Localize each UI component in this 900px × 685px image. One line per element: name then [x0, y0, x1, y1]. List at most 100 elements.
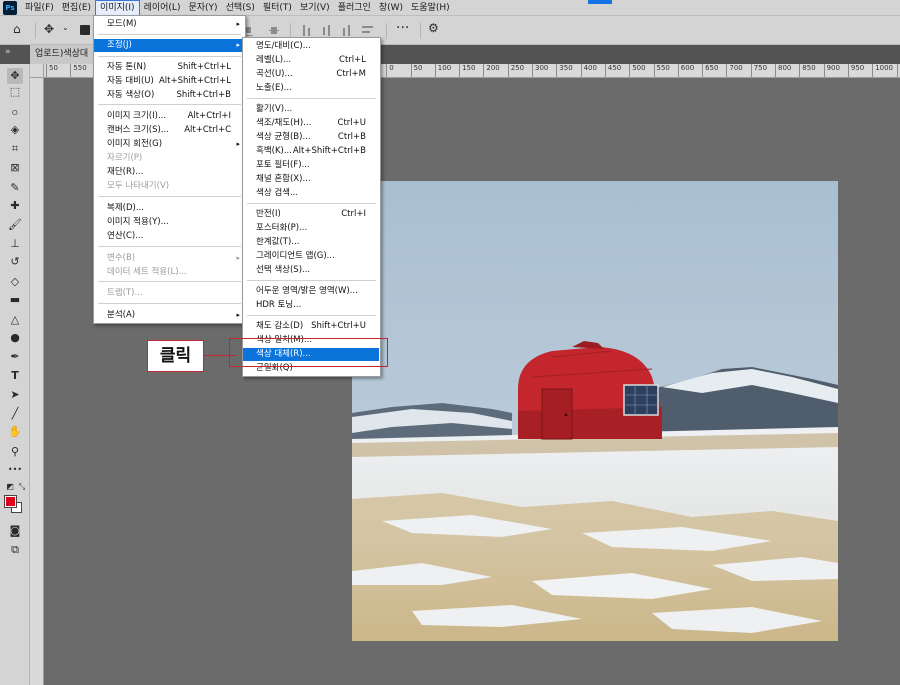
foreground-color-swatch[interactable]	[4, 495, 17, 508]
image-menu-item[interactable]: 자르기(P)	[94, 152, 245, 165]
adjustments-menu-item[interactable]: 채도 감소(D) Shift+Ctrl+U	[243, 320, 380, 333]
gradient-tool-icon[interactable]: ▬	[7, 292, 23, 308]
menu-edit[interactable]: 편집(E)	[58, 0, 95, 16]
menu-item-shortcut: Shift+Ctrl+U	[311, 321, 366, 331]
chevron-down-icon[interactable]: ⌄	[62, 23, 69, 32]
menu-item-label: 이미지 회전(G)	[107, 139, 163, 149]
tools-panel: •• ✥ ⬚ ဝ ◈ ⌗ ⊠ ✎ ✚ 🖌 ⊥ ↺ ◇ ▬ △ ● ✒ T ➤ ╱…	[0, 64, 30, 685]
document-tab[interactable]: 업로드)색상대	[30, 45, 94, 64]
pen-tool-icon[interactable]: ✒	[7, 349, 23, 365]
adjustments-menu-item[interactable]: 활기(V)...	[243, 103, 380, 116]
crop-tool-icon[interactable]: ⌗	[7, 141, 23, 157]
image-menu-item[interactable]: 데이터 세트 적용(L)...	[94, 266, 245, 279]
menu-help[interactable]: 도움말(H)	[407, 0, 454, 16]
type-tool-icon[interactable]: T	[7, 368, 23, 384]
adjustments-menu-item[interactable]: 레벨(L)... Ctrl+L	[243, 54, 380, 67]
image-menu-item[interactable]: 자동 대비(U) Alt+Shift+Ctrl+L	[94, 75, 245, 88]
adjustments-menu-item[interactable]: HDR 토닝...	[243, 299, 380, 312]
swap-colors-icon[interactable]: ⤡	[14, 479, 30, 495]
distribute-left-icon[interactable]	[362, 25, 373, 36]
adjustments-menu-item[interactable]: 흑백(K)... Alt+Shift+Ctrl+B	[243, 145, 380, 158]
canvas-image[interactable]	[352, 181, 838, 641]
image-menu-item[interactable]: 이미지 크기(I)... Alt+Ctrl+I	[94, 110, 245, 123]
menu-file[interactable]: 파일(F)	[21, 0, 58, 16]
menu-image[interactable]: 이미지(I)	[95, 0, 140, 16]
edit-toolbar-icon[interactable]: •••	[7, 462, 23, 478]
menu-type[interactable]: 문자(Y)	[184, 0, 221, 16]
home-icon[interactable]: ⌂	[13, 22, 21, 36]
marquee-tool-icon[interactable]: ⬚	[7, 84, 23, 100]
adjustments-menu-item[interactable]: 어두운 영역/밝은 영역(W)...	[243, 285, 380, 298]
ruler-tick-label: 550	[653, 64, 670, 77]
path-selection-tool-icon[interactable]: ➤	[7, 387, 23, 403]
image-menu-item[interactable]: 복제(D)...	[94, 202, 245, 215]
distribute-top-icon[interactable]	[302, 25, 312, 36]
adjustments-menu-item[interactable]: 색상 균형(B)... Ctrl+B	[243, 131, 380, 144]
image-menu-item[interactable]: 조정(J) ▸	[94, 39, 245, 52]
image-menu-item[interactable]: 연산(C)...	[94, 230, 245, 243]
adjustments-menu-item[interactable]: 포토 필터(F)...	[243, 159, 380, 172]
image-menu-item[interactable]: 재단(R)...	[94, 166, 245, 179]
image-menu-item[interactable]: 자동 톤(N) Shift+Ctrl+L	[94, 61, 245, 74]
clone-stamp-tool-icon[interactable]: ⊥	[7, 236, 23, 252]
adjustments-menu-item[interactable]: 채널 혼합(X)...	[243, 173, 380, 186]
lasso-tool-icon[interactable]: ဝ	[7, 104, 23, 120]
menu-item-label: 색상 균형(B)...	[256, 132, 311, 142]
dodge-tool-icon[interactable]: ●	[7, 330, 23, 346]
menu-window[interactable]: 창(W)	[375, 0, 407, 16]
healing-brush-tool-icon[interactable]: ✚	[7, 198, 23, 214]
ruler-tick-label: 700	[726, 64, 743, 77]
eraser-tool-icon[interactable]: ◇	[7, 274, 23, 290]
move-tool-icon[interactable]: ✥	[44, 22, 54, 36]
image-menu-item[interactable]: 트랩(T)...	[94, 287, 245, 300]
annotation-pointer-line	[204, 355, 236, 356]
image-menu-item[interactable]: 모드(M) ▸	[94, 18, 245, 31]
adjustments-menu-item[interactable]: 명도/대비(C)...	[243, 40, 380, 53]
menu-view[interactable]: 보기(V)	[296, 0, 334, 16]
align-horizontal-icon[interactable]	[269, 25, 279, 36]
menu-filter[interactable]: 필터(T)	[259, 0, 296, 16]
menu-select[interactable]: 선택(S)	[222, 0, 259, 16]
adjustments-menu-item[interactable]: 노출(E)...	[243, 82, 380, 95]
image-menu-item[interactable]: 캔버스 크기(S)... Alt+Ctrl+C	[94, 124, 245, 137]
brush-tool-icon[interactable]: 🖌	[7, 217, 23, 233]
zoom-tool-icon[interactable]: ⚲	[7, 444, 23, 460]
adjustments-menu-item[interactable]: 반전(I) Ctrl+I	[243, 208, 380, 221]
image-menu-item[interactable]: 모두 나타내기(V)	[94, 180, 245, 193]
adjustments-menu-item[interactable]: 색상 검색...	[243, 187, 380, 200]
distribute-bottom-icon[interactable]	[342, 25, 352, 36]
image-menu-item[interactable]: 이미지 적용(Y)...	[94, 216, 245, 229]
image-menu-item[interactable]: 자동 색상(O) Shift+Ctrl+B	[94, 89, 245, 102]
adjustments-menu-item[interactable]: 선택 색상(S)...	[243, 264, 380, 277]
gear-icon[interactable]: ⚙	[428, 21, 439, 35]
ruler-tick-label: 850	[799, 64, 816, 77]
quick-mask-icon[interactable]: ◙	[7, 523, 23, 539]
line-tool-icon[interactable]: ╱	[7, 406, 23, 422]
distribute-center-icon[interactable]	[322, 25, 332, 36]
adjustments-menu-item[interactable]: 한계값(T)...	[243, 236, 380, 249]
menu-item-label: HDR 토닝...	[256, 300, 302, 310]
submenu-arrow-icon: ▸	[236, 311, 240, 319]
move-tool-icon[interactable]: ✥	[7, 68, 23, 84]
menu-plugins[interactable]: 플러그인	[334, 0, 375, 16]
adjustments-menu-item[interactable]: 그레이디언트 맵(G)...	[243, 250, 380, 263]
quick-select-tool-icon[interactable]: ◈	[7, 122, 23, 138]
adjustments-menu-item[interactable]: 색조/채도(H)... Ctrl+U	[243, 117, 380, 130]
menu-layer[interactable]: 레이어(L)	[140, 0, 185, 16]
collapse-panel-icon[interactable]: »	[5, 47, 11, 57]
eyedropper-tool-icon[interactable]: ✎	[7, 180, 23, 196]
image-menu-item[interactable]: 분석(A) ▸	[94, 309, 245, 322]
history-brush-tool-icon[interactable]: ↺	[7, 254, 23, 270]
adjustments-menu-item[interactable]: 곡선(U)... Ctrl+M	[243, 68, 380, 81]
hand-tool-icon[interactable]: ✋	[7, 424, 23, 440]
image-menu-item[interactable]: 변수(B) ▸	[94, 252, 245, 265]
auto-select-checkbox[interactable]	[80, 25, 90, 35]
screen-mode-icon[interactable]: ⧉	[7, 542, 23, 558]
image-menu-item[interactable]: 이미지 회전(G) ▸	[94, 138, 245, 151]
frame-tool-icon[interactable]: ⊠	[7, 160, 23, 176]
more-options-icon[interactable]: ···	[396, 20, 409, 36]
adjustments-menu-item[interactable]: 포스터화(P)...	[243, 222, 380, 235]
menu-item-label: 자르기(P)	[107, 153, 143, 163]
ruler-tick-label: 1000	[872, 64, 893, 77]
blur-tool-icon[interactable]: △	[7, 312, 23, 328]
